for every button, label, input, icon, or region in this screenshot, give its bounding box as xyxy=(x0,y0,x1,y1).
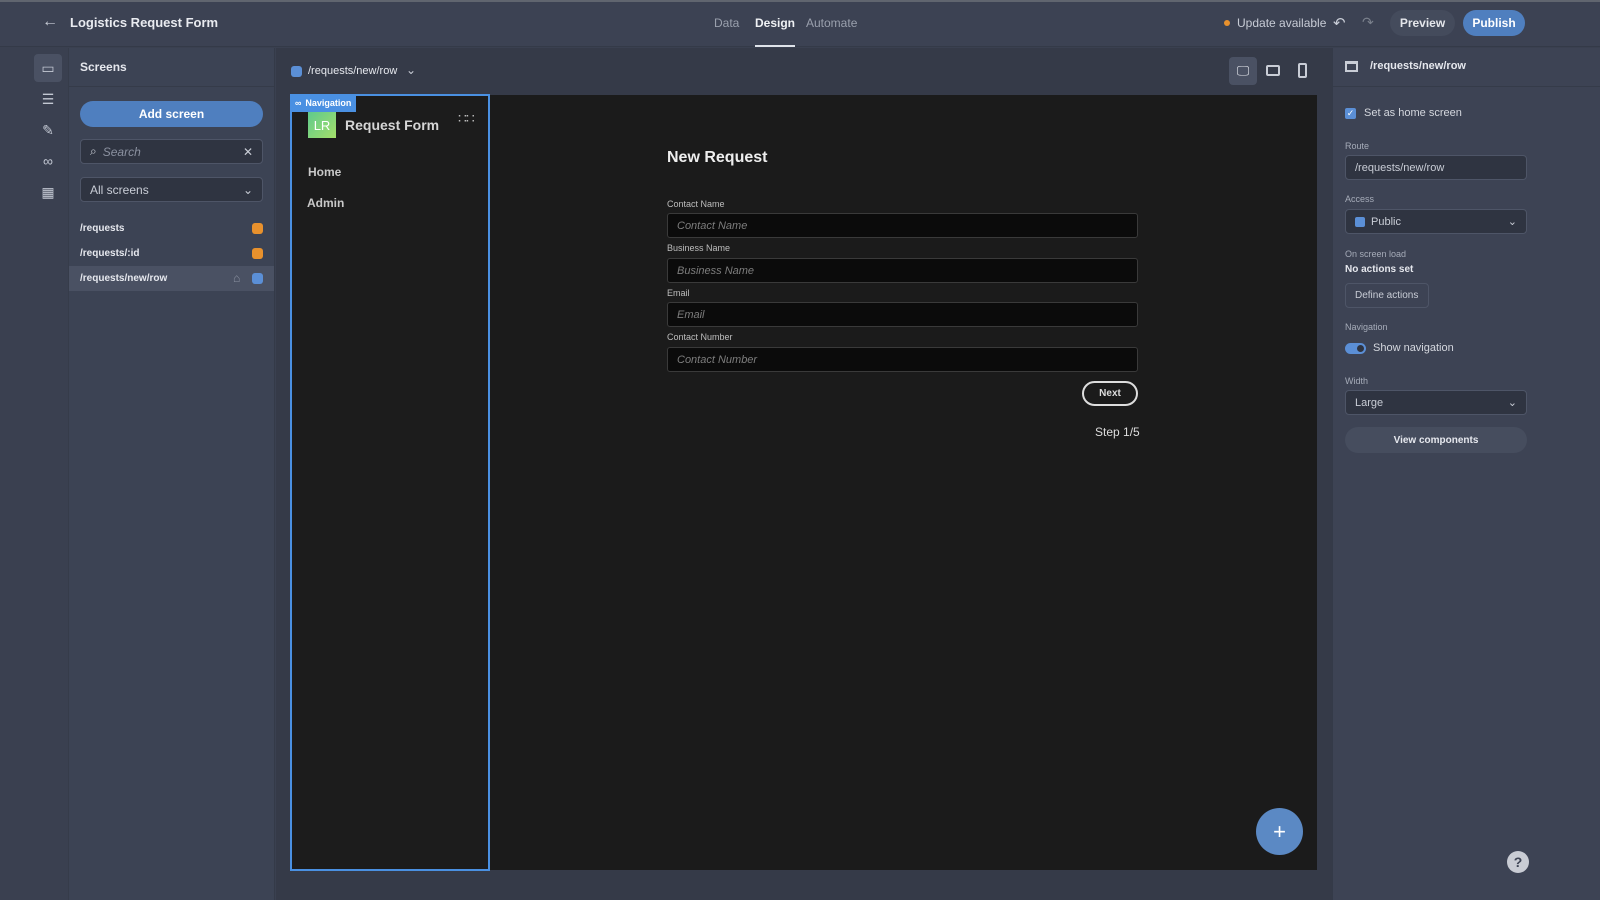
update-available-link[interactable]: Update available xyxy=(1237,16,1326,30)
step-indicator: Step 1/5 xyxy=(1095,425,1140,439)
contact-number-input[interactable]: Contact Number xyxy=(667,347,1138,372)
update-dot-icon xyxy=(1224,20,1230,26)
redo-icon[interactable]: ↷ xyxy=(1362,14,1374,31)
screens-icon[interactable]: ▭ xyxy=(34,54,62,82)
business-name-input[interactable]: Business Name xyxy=(667,258,1138,283)
desktop-icon[interactable]: 🖵 xyxy=(1229,57,1257,85)
chevron-down-icon[interactable]: ⌄ xyxy=(406,63,416,77)
navigation-label: Navigation xyxy=(1345,322,1388,332)
undo-icon[interactable]: ↶ xyxy=(1333,14,1346,32)
screen-item-requests-new-row[interactable]: /requests/new/row xyxy=(80,273,167,284)
access-label: Access xyxy=(1345,194,1375,204)
role-color-icon xyxy=(1355,216,1365,227)
home-icon: ⌂ xyxy=(233,271,241,285)
field-label: Email xyxy=(667,288,690,298)
search-icon: ⌕ xyxy=(90,144,97,158)
field-label: Contact Name xyxy=(667,199,725,209)
screen-item-requests-id[interactable]: /requests/:id xyxy=(80,248,139,259)
navigation-badge: ∞ Navigation xyxy=(290,94,357,112)
search-input[interactable]: ⌕ Search ✕ xyxy=(80,139,263,164)
publish-button[interactable]: Publish xyxy=(1463,10,1525,36)
home-screen-label: Set as home screen xyxy=(1364,107,1462,119)
define-actions-button[interactable]: Define actions xyxy=(1345,283,1429,308)
filter-value: All screens xyxy=(90,182,149,197)
preview-button[interactable]: Preview xyxy=(1390,10,1455,36)
show-navigation-toggle[interactable] xyxy=(1345,343,1366,354)
brush-icon[interactable]: ✎ xyxy=(34,116,62,144)
app-title: Logistics Request Form xyxy=(70,15,219,30)
app-logo: LR xyxy=(308,112,336,138)
access-value: Public xyxy=(1371,215,1401,228)
show-navigation-label: Show navigation xyxy=(1373,342,1454,354)
no-actions-text: No actions set xyxy=(1345,264,1414,275)
chevron-down-icon: ⌄ xyxy=(1507,216,1517,228)
top-bar xyxy=(0,0,1600,47)
navigation-component[interactable] xyxy=(290,94,490,871)
add-component-button[interactable]: + xyxy=(1256,808,1303,855)
width-label: Width xyxy=(1345,376,1369,386)
screen-color-icon xyxy=(291,66,302,77)
nav-link-admin[interactable]: Admin xyxy=(307,196,344,210)
mobile-icon[interactable] xyxy=(1298,63,1307,78)
screen-route-select[interactable]: /requests/new/row xyxy=(308,65,397,77)
table-icon[interactable]: ▦ xyxy=(34,178,62,206)
screens-panel xyxy=(68,48,275,900)
clear-icon[interactable]: ✕ xyxy=(243,145,253,159)
email-input[interactable]: Email xyxy=(667,302,1138,327)
tab-data[interactable]: Data xyxy=(714,16,739,30)
contact-name-input[interactable]: Contact Name xyxy=(667,213,1138,238)
screens-title: Screens xyxy=(80,60,127,74)
list-icon[interactable]: ☰ xyxy=(34,85,62,113)
screen-color-icon xyxy=(252,223,263,234)
access-select[interactable]: Public ⌄ xyxy=(1345,209,1527,234)
settings-route-title: /requests/new/row xyxy=(1370,60,1466,72)
nav-link-home[interactable]: Home xyxy=(308,165,341,179)
back-arrow-icon[interactable]: ← xyxy=(42,13,58,31)
tab-automate[interactable]: Automate xyxy=(806,16,857,30)
field-label: Contact Number xyxy=(667,332,733,342)
chevron-down-icon: ⌄ xyxy=(242,182,253,197)
route-label: Route xyxy=(1345,141,1370,151)
tablet-icon[interactable] xyxy=(1266,65,1280,76)
chevron-down-icon: ⌄ xyxy=(1507,397,1517,409)
help-icon[interactable]: ? xyxy=(1507,851,1529,873)
screen-icon xyxy=(1345,61,1358,72)
screen-color-icon xyxy=(252,248,263,259)
link-icon[interactable]: ∞ xyxy=(34,147,62,175)
screen-item-requests[interactable]: /requests xyxy=(80,223,124,234)
link-icon: ∞ xyxy=(295,98,302,108)
route-input[interactable]: /requests/new/row xyxy=(1345,155,1527,180)
search-placeholder: Search xyxy=(102,144,141,159)
home-screen-checkbox[interactable]: ✓ xyxy=(1345,108,1356,119)
width-select[interactable]: Large ⌄ xyxy=(1345,390,1527,415)
tab-design[interactable]: Design xyxy=(755,16,796,47)
field-label: Business Name xyxy=(667,243,731,253)
on-load-label: On screen load xyxy=(1345,249,1407,259)
form-title: New Request xyxy=(667,149,768,166)
width-value: Large xyxy=(1355,396,1384,409)
view-components-button[interactable]: View components xyxy=(1345,427,1527,453)
screen-color-icon xyxy=(252,273,263,284)
app-name: Request Form xyxy=(345,117,440,133)
screens-filter-select[interactable]: All screens ⌄ xyxy=(80,177,263,202)
add-screen-button[interactable]: Add screen xyxy=(80,101,263,127)
icon-rail xyxy=(30,48,68,900)
next-button[interactable]: Next xyxy=(1082,381,1138,406)
grid-menu-icon[interactable]: ∷∷ xyxy=(458,111,475,125)
